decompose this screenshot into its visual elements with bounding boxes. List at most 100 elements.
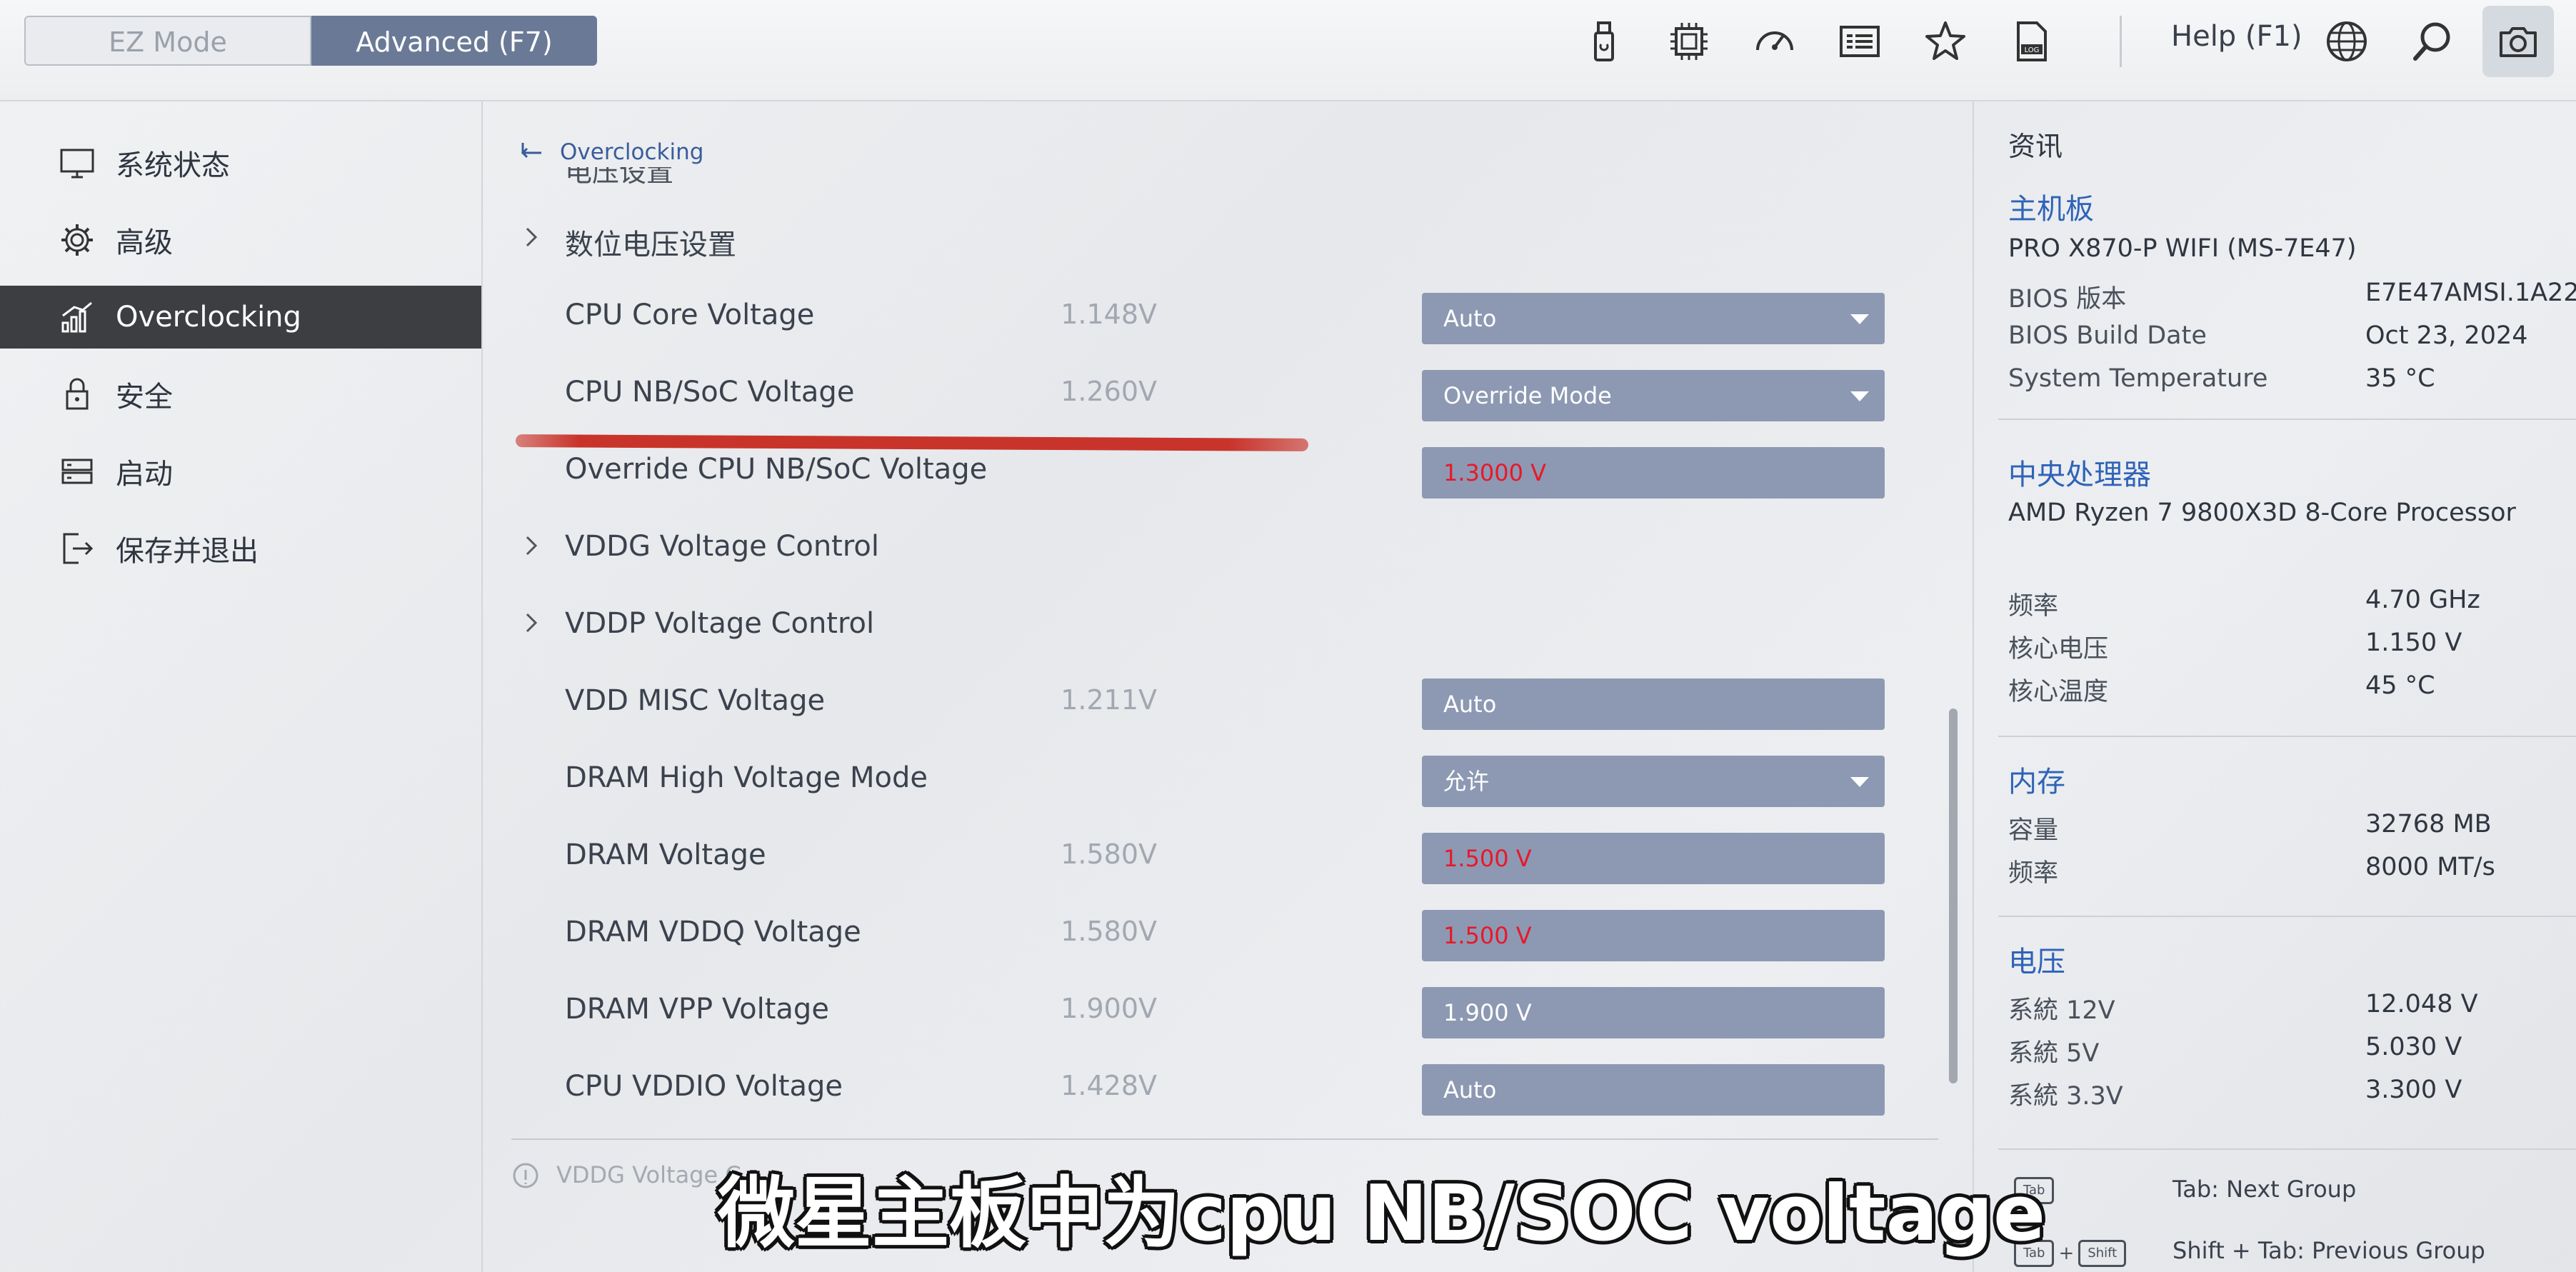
settings-row-dram-vddq-voltage: DRAM VDDQ Voltage 1.580V 1.500 V <box>483 896 1971 973</box>
vdd-misc-voltage-input[interactable]: Auto <box>1422 678 1885 730</box>
sidebar-item-label: 高级 <box>116 226 173 259</box>
v12-value: 12.048 V <box>2365 990 2478 1018</box>
chevron-right-icon <box>526 613 538 633</box>
current-voltage: 1.900V <box>1061 993 1157 1024</box>
voltage-section-title: 电压 <box>2008 946 2065 978</box>
dropdown-arrow-icon <box>1850 314 1869 324</box>
cpu-name: AMD Ryzen 7 9800X3D 8-Core Processor <box>2008 499 2516 527</box>
board-explorer-icon[interactable] <box>1831 13 1888 70</box>
setting-label: DRAM Voltage <box>565 838 766 871</box>
settings-row-cpu-nb-soc-voltage: CPU NB/SoC Voltage 1.260V Override Mode <box>483 356 1971 433</box>
setting-label: 数位电压设置 <box>565 229 736 261</box>
v5-label: 系統 5V <box>2008 1039 2100 1068</box>
memory-capacity-value: 32768 MB <box>2365 810 2492 838</box>
cpu-freq-label: 频率 <box>2008 592 2059 621</box>
setting-label: CPU Core Voltage <box>565 299 815 331</box>
sidebar-item-label: 系统状态 <box>116 149 230 182</box>
screenshot-camera-icon[interactable] <box>2482 6 2554 77</box>
current-voltage: 1.148V <box>1061 299 1157 330</box>
sidebar-item-security[interactable]: 安全 <box>0 363 481 426</box>
usb-flash-icon[interactable] <box>1575 13 1633 70</box>
breadcrumb[interactable]: Overclocking <box>517 137 703 167</box>
cpu-nb-soc-voltage-select[interactable]: Override Mode <box>1422 370 1885 421</box>
settings-row-digital-voltage[interactable]: 数位电压设置 <box>483 201 1971 279</box>
scrollbar[interactable] <box>1949 708 1958 1083</box>
speedometer-icon[interactable] <box>1746 13 1803 70</box>
v5-value: 5.030 V <box>2365 1033 2462 1061</box>
cpu-vddio-voltage-input[interactable]: Auto <box>1422 1064 1885 1116</box>
sidebar-item-boot[interactable]: 启动 <box>0 440 481 503</box>
bios-date-label: BIOS Build Date <box>2008 321 2207 350</box>
help-button[interactable]: Help (F1) <box>2171 20 2302 53</box>
memory-section-title: 内存 <box>2008 766 2065 798</box>
log-file-icon[interactable]: LOG <box>2003 13 2060 70</box>
current-voltage: 1.211V <box>1061 684 1157 716</box>
cpu-freq-value: 4.70 GHz <box>2365 586 2480 614</box>
settings-panel: Overclocking 电压设置 数位电压设置 CPU Core Voltag… <box>483 101 1971 1272</box>
dropdown-arrow-icon <box>1850 391 1869 401</box>
current-voltage: 1.580V <box>1061 916 1157 947</box>
exit-icon <box>56 527 99 570</box>
system-temp-label: System Temperature <box>2008 364 2268 393</box>
dram-voltage-input[interactable]: 1.500 V <box>1422 833 1885 884</box>
sidebar-item-system-status[interactable]: 系统状态 <box>0 131 481 194</box>
info-panel: 资讯 主机板 PRO X870-P WIFI (MS-7E47) BIOS 版本… <box>1973 101 2576 1272</box>
setting-label: DRAM High Voltage Mode <box>565 761 928 794</box>
current-voltage: 1.428V <box>1061 1070 1157 1101</box>
sidebar-item-label: Overclocking <box>116 301 301 334</box>
sidebar-item-label: 安全 <box>116 381 173 414</box>
lock-icon <box>56 373 99 416</box>
motherboard-name: PRO X870-P WIFI (MS-7E47) <box>2008 234 2357 263</box>
settings-row-vddg-voltage-control[interactable]: VDDG Voltage Control <box>483 510 1971 587</box>
chevron-right-icon <box>526 536 538 556</box>
favorite-star-icon[interactable] <box>1917 13 1974 70</box>
settings-row-cpu-core-voltage: CPU Core Voltage 1.148V Auto <box>483 279 1971 356</box>
divider <box>1998 916 2576 917</box>
settings-row-vdd-misc-voltage: VDD MISC Voltage 1.211V Auto <box>483 664 1971 741</box>
core-voltage-value: 1.150 V <box>2365 629 2462 657</box>
back-arrow-icon <box>521 143 541 159</box>
globe-icon[interactable] <box>2318 13 2375 70</box>
help-hint-text: VDDG Voltage C <box>556 1161 741 1188</box>
cpu-section-title: 中央处理器 <box>2008 459 2151 491</box>
override-nb-soc-voltage-input[interactable]: 1.3000 V <box>1422 447 1885 499</box>
setting-label: DRAM VDDQ Voltage <box>565 916 861 948</box>
sidebar-item-save-exit[interactable]: 保存并退出 <box>0 517 481 580</box>
memory-freq-label: 频率 <box>2008 859 2059 888</box>
setting-label: Override CPU NB/SoC Voltage <box>565 453 988 486</box>
info-icon <box>513 1163 538 1188</box>
plus-sign: + <box>2058 1243 2075 1264</box>
monitor-icon <box>56 141 99 184</box>
sidebar-item-advanced[interactable]: 高级 <box>0 209 481 271</box>
dram-vpp-voltage-input[interactable]: 1.900 V <box>1422 987 1885 1038</box>
system-temp-value: 35 °C <box>2365 364 2435 393</box>
divider <box>511 1138 1938 1140</box>
cpu-core-voltage-select[interactable]: Auto <box>1422 293 1885 344</box>
video-subtitle: 微星主板中为cpu NB/SOC voltage <box>718 1169 2046 1258</box>
settings-row-dram-voltage: DRAM Voltage 1.580V 1.500 V <box>483 818 1971 896</box>
search-icon[interactable] <box>2404 13 2461 70</box>
settings-row-vddp-voltage-control[interactable]: VDDP Voltage Control <box>483 587 1971 664</box>
mode-switch: EZ Mode Advanced (F7) <box>24 16 597 66</box>
setting-label: CPU NB/SoC Voltage <box>565 376 855 409</box>
bios-date-value: Oct 23, 2024 <box>2365 321 2528 350</box>
setting-label: VDD MISC Voltage <box>565 684 826 717</box>
dropdown-arrow-icon <box>1850 777 1869 787</box>
sidebar-item-label: 启动 <box>116 458 173 491</box>
ez-mode-button[interactable]: EZ Mode <box>24 16 311 66</box>
memory-capacity-label: 容量 <box>2008 816 2059 845</box>
shift-tab-key-description: Shift + Tab: Previous Group <box>2172 1237 2485 1264</box>
current-voltage: 1.580V <box>1061 838 1157 870</box>
cpu-chip-icon[interactable] <box>1660 13 1718 70</box>
core-temp-value: 45 °C <box>2365 671 2435 700</box>
tab-key-description: Tab: Next Group <box>2172 1176 2357 1203</box>
dram-vddq-voltage-input[interactable]: 1.500 V <box>1422 910 1885 961</box>
advanced-mode-button[interactable]: Advanced (F7) <box>311 16 597 66</box>
settings-row-dram-high-voltage-mode: DRAM High Voltage Mode 允许 <box>483 741 1971 818</box>
motherboard-section-title: 主机板 <box>2008 193 2094 226</box>
setting-label: VDDP Voltage Control <box>565 607 875 640</box>
divider <box>1998 1148 2576 1150</box>
sidebar-item-overclocking[interactable]: Overclocking <box>0 286 481 349</box>
dram-high-voltage-mode-select[interactable]: 允许 <box>1422 756 1885 807</box>
settings-row-cpu-vddio-voltage: CPU VDDIO Voltage 1.428V Auto <box>483 1050 1971 1127</box>
